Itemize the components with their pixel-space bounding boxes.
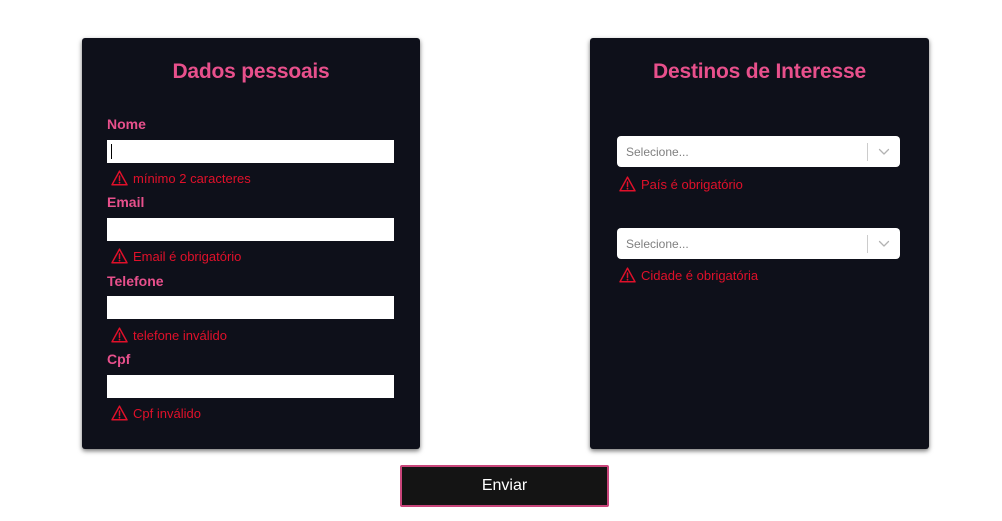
text-caret xyxy=(111,144,112,159)
chevron-down-icon xyxy=(878,240,890,247)
country-select-placeholder: Selecione... xyxy=(626,144,689,159)
cpf-error-text: Cpf inválido xyxy=(133,405,201,421)
name-error: mínimo 2 caracteres xyxy=(111,170,251,186)
city-error: Cidade é obrigatória xyxy=(619,267,758,283)
phone-label: Telefone xyxy=(107,273,164,289)
country-error-text: País é obrigatório xyxy=(641,176,743,192)
country-error: País é obrigatório xyxy=(619,176,743,192)
country-select[interactable]: Selecione... xyxy=(617,136,900,167)
warning-triangle-icon xyxy=(619,267,636,283)
email-error-text: Email é obrigatório xyxy=(133,248,242,264)
email-error: Email é obrigatório xyxy=(111,248,241,264)
city-error-text: Cidade é obrigatória xyxy=(641,267,759,283)
city-dropdown-indicator[interactable] xyxy=(868,228,900,259)
phone-input[interactable] xyxy=(107,296,394,319)
phone-error-text: telefone inválido xyxy=(133,327,227,343)
phone-error: telefone inválido xyxy=(111,327,227,343)
name-input[interactable] xyxy=(107,140,394,163)
submit-button[interactable]: Enviar xyxy=(400,465,609,507)
chevron-down-icon xyxy=(878,148,890,155)
country-dropdown-indicator[interactable] xyxy=(868,136,900,167)
city-select[interactable]: Selecione... xyxy=(617,228,900,259)
destinations-card: Destinos de Interesse Selecione... País … xyxy=(590,38,929,449)
cpf-error: Cpf inválido xyxy=(111,405,201,421)
personal-data-card: Dados pessoais Nome mínimo 2 caracteres … xyxy=(82,38,420,449)
destinations-title: Destinos de Interesse xyxy=(653,60,866,83)
cpf-label: Cpf xyxy=(107,351,131,367)
personal-data-title: Dados pessoais xyxy=(172,60,330,83)
page: Dados pessoais Nome mínimo 2 caracteres … xyxy=(0,0,1002,521)
name-error-text: mínimo 2 caracteres xyxy=(133,170,251,186)
warning-triangle-icon xyxy=(111,405,128,421)
warning-triangle-icon xyxy=(111,248,128,264)
city-select-placeholder: Selecione... xyxy=(626,236,689,251)
cpf-input[interactable] xyxy=(107,375,394,398)
name-label: Nome xyxy=(107,116,146,132)
warning-triangle-icon xyxy=(619,176,636,192)
warning-triangle-icon xyxy=(111,327,128,343)
email-input[interactable] xyxy=(107,218,394,241)
warning-triangle-icon xyxy=(111,170,128,186)
email-label: Email xyxy=(107,194,145,210)
